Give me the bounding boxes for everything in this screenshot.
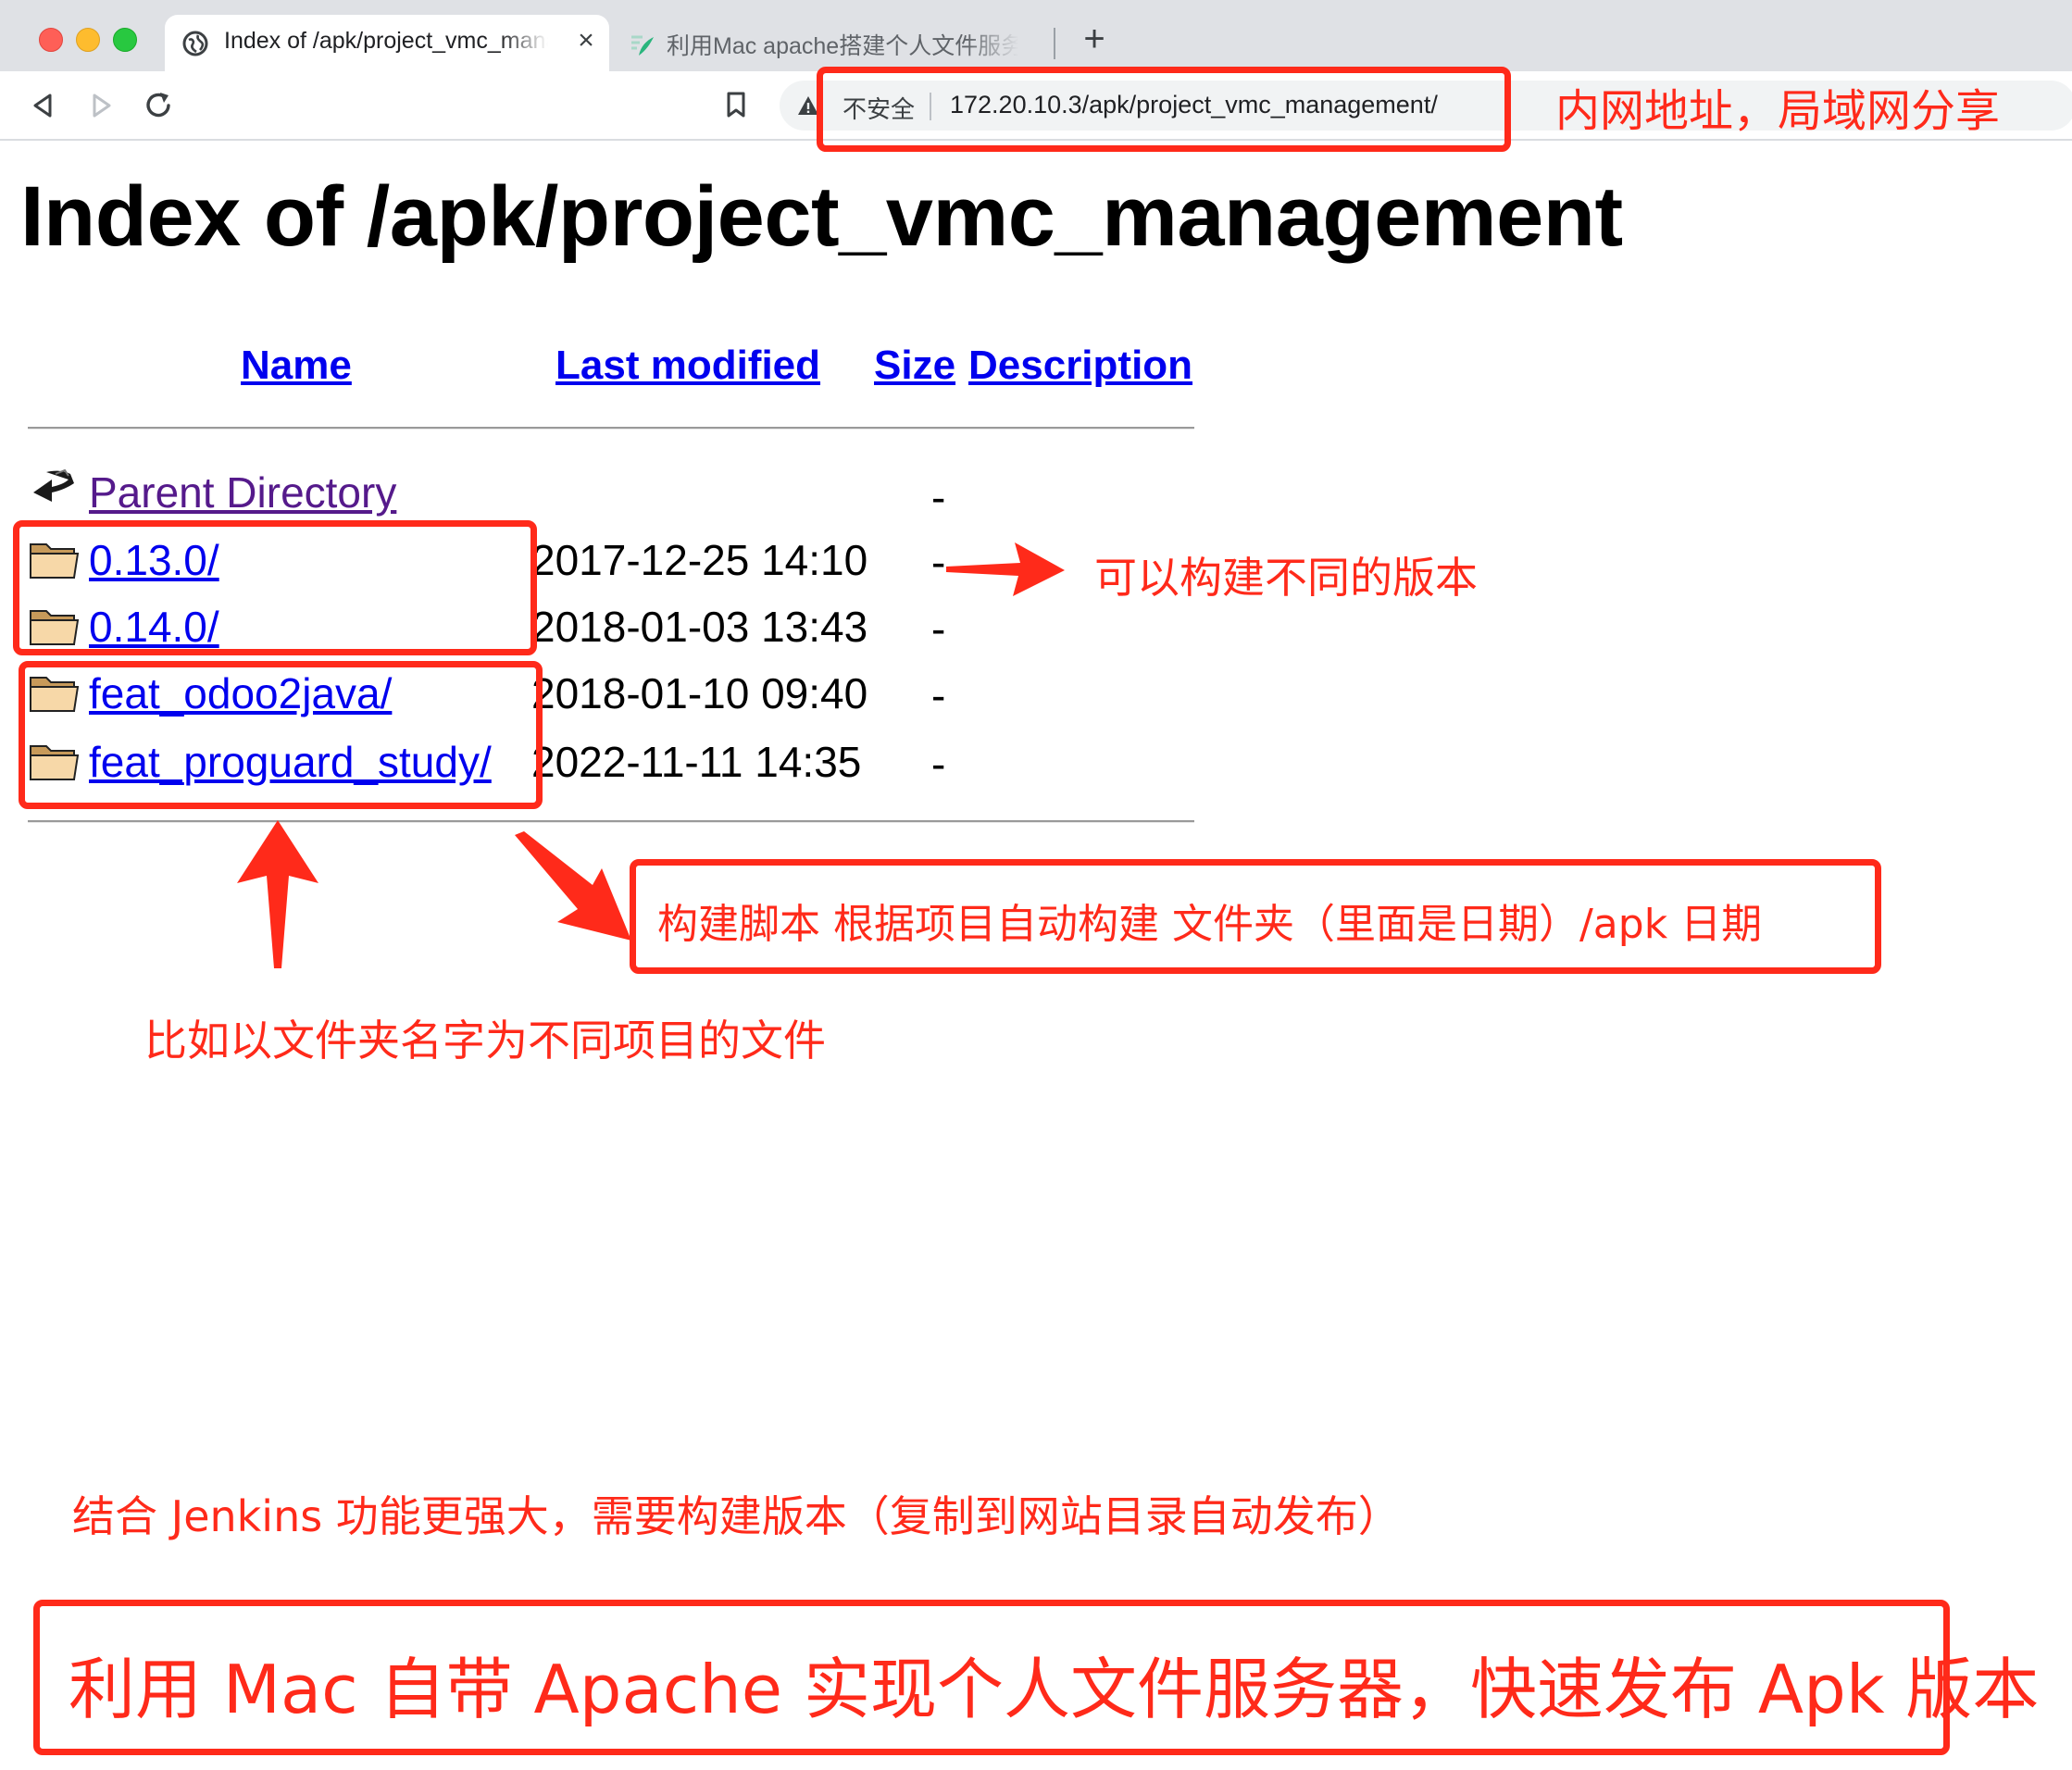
lan-address-note: 内网地址，局域网分享	[1555, 85, 2001, 137]
sort-by-name-link[interactable]: Name	[241, 343, 352, 389]
back-icon[interactable]	[24, 87, 61, 124]
tab-divider	[1054, 28, 1055, 59]
size-cell: -	[931, 671, 946, 719]
zoom-window-button[interactable]	[113, 28, 137, 52]
divider	[28, 820, 1194, 823]
modified-cell: 2022-11-11 14:35	[531, 738, 862, 786]
back-arrow-icon	[33, 468, 74, 502]
sort-by-size-link[interactable]: Size	[874, 343, 955, 389]
minimize-window-button[interactable]	[76, 28, 100, 52]
arrow-right-icon	[946, 542, 1065, 596]
size-cell: -	[931, 740, 946, 788]
jenkins-note: 结合 Jenkins 功能更强大，需要构建版本（复制到网站目录自动发布）	[72, 1491, 1401, 1541]
divider	[28, 427, 1194, 430]
tab-title: Index of /apk/project_vmc_management	[224, 28, 548, 54]
url-highlight-box	[817, 67, 1511, 152]
page-title: Index of /apk/project_vmc_management	[20, 169, 1623, 264]
projects-highlight-box	[19, 661, 543, 809]
modified-cell: 2018-01-10 09:40	[531, 669, 868, 717]
tab-inactive[interactable]: 利用Mac apache搭建个人文件服务器	[618, 15, 1044, 71]
forward-icon[interactable]	[83, 87, 120, 124]
globe-icon	[182, 31, 208, 56]
close-window-button[interactable]	[39, 28, 63, 52]
close-tab-button[interactable]: ×	[572, 24, 600, 57]
sort-by-modified-link[interactable]: Last modified	[555, 343, 820, 389]
arrow-up-icon	[237, 820, 318, 968]
tab-strip: Index of /apk/project_vmc_management × 利…	[0, 0, 2072, 71]
size-cell: -	[931, 605, 946, 653]
pen-leaf-icon	[631, 35, 654, 56]
modified-cell: 2018-01-03 13:43	[531, 603, 868, 651]
modified-cell: 2017-12-25 14:10	[531, 536, 868, 584]
versions-note: 可以构建不同的版本	[1094, 553, 1478, 603]
arrow-down-right-icon	[515, 831, 631, 941]
sort-by-description-link[interactable]: Description	[968, 343, 1192, 389]
new-tab-button[interactable]: +	[1076, 20, 1113, 57]
size-cell: -	[931, 473, 946, 521]
build-script-note: 构建脚本 根据项目自动构建 文件夹（里面是日期）/apk 日期	[657, 901, 1763, 948]
headline-note: 利用 Mac 自带 Apache 实现个人文件服务器，快速发布 Apk 版本	[69, 1651, 2040, 1728]
project-folders-note: 比如以文件夹名字为不同项目的文件	[144, 1016, 826, 1066]
tab-active[interactable]: Index of /apk/project_vmc_management ×	[165, 15, 609, 71]
bookmark-icon[interactable]	[720, 88, 752, 121]
tab-title: 利用Mac apache搭建个人文件服务器	[667, 33, 1018, 59]
parent-directory-link[interactable]: Parent Directory	[89, 467, 396, 517]
versions-highlight-box	[13, 520, 537, 655]
reload-icon[interactable]	[141, 87, 178, 124]
